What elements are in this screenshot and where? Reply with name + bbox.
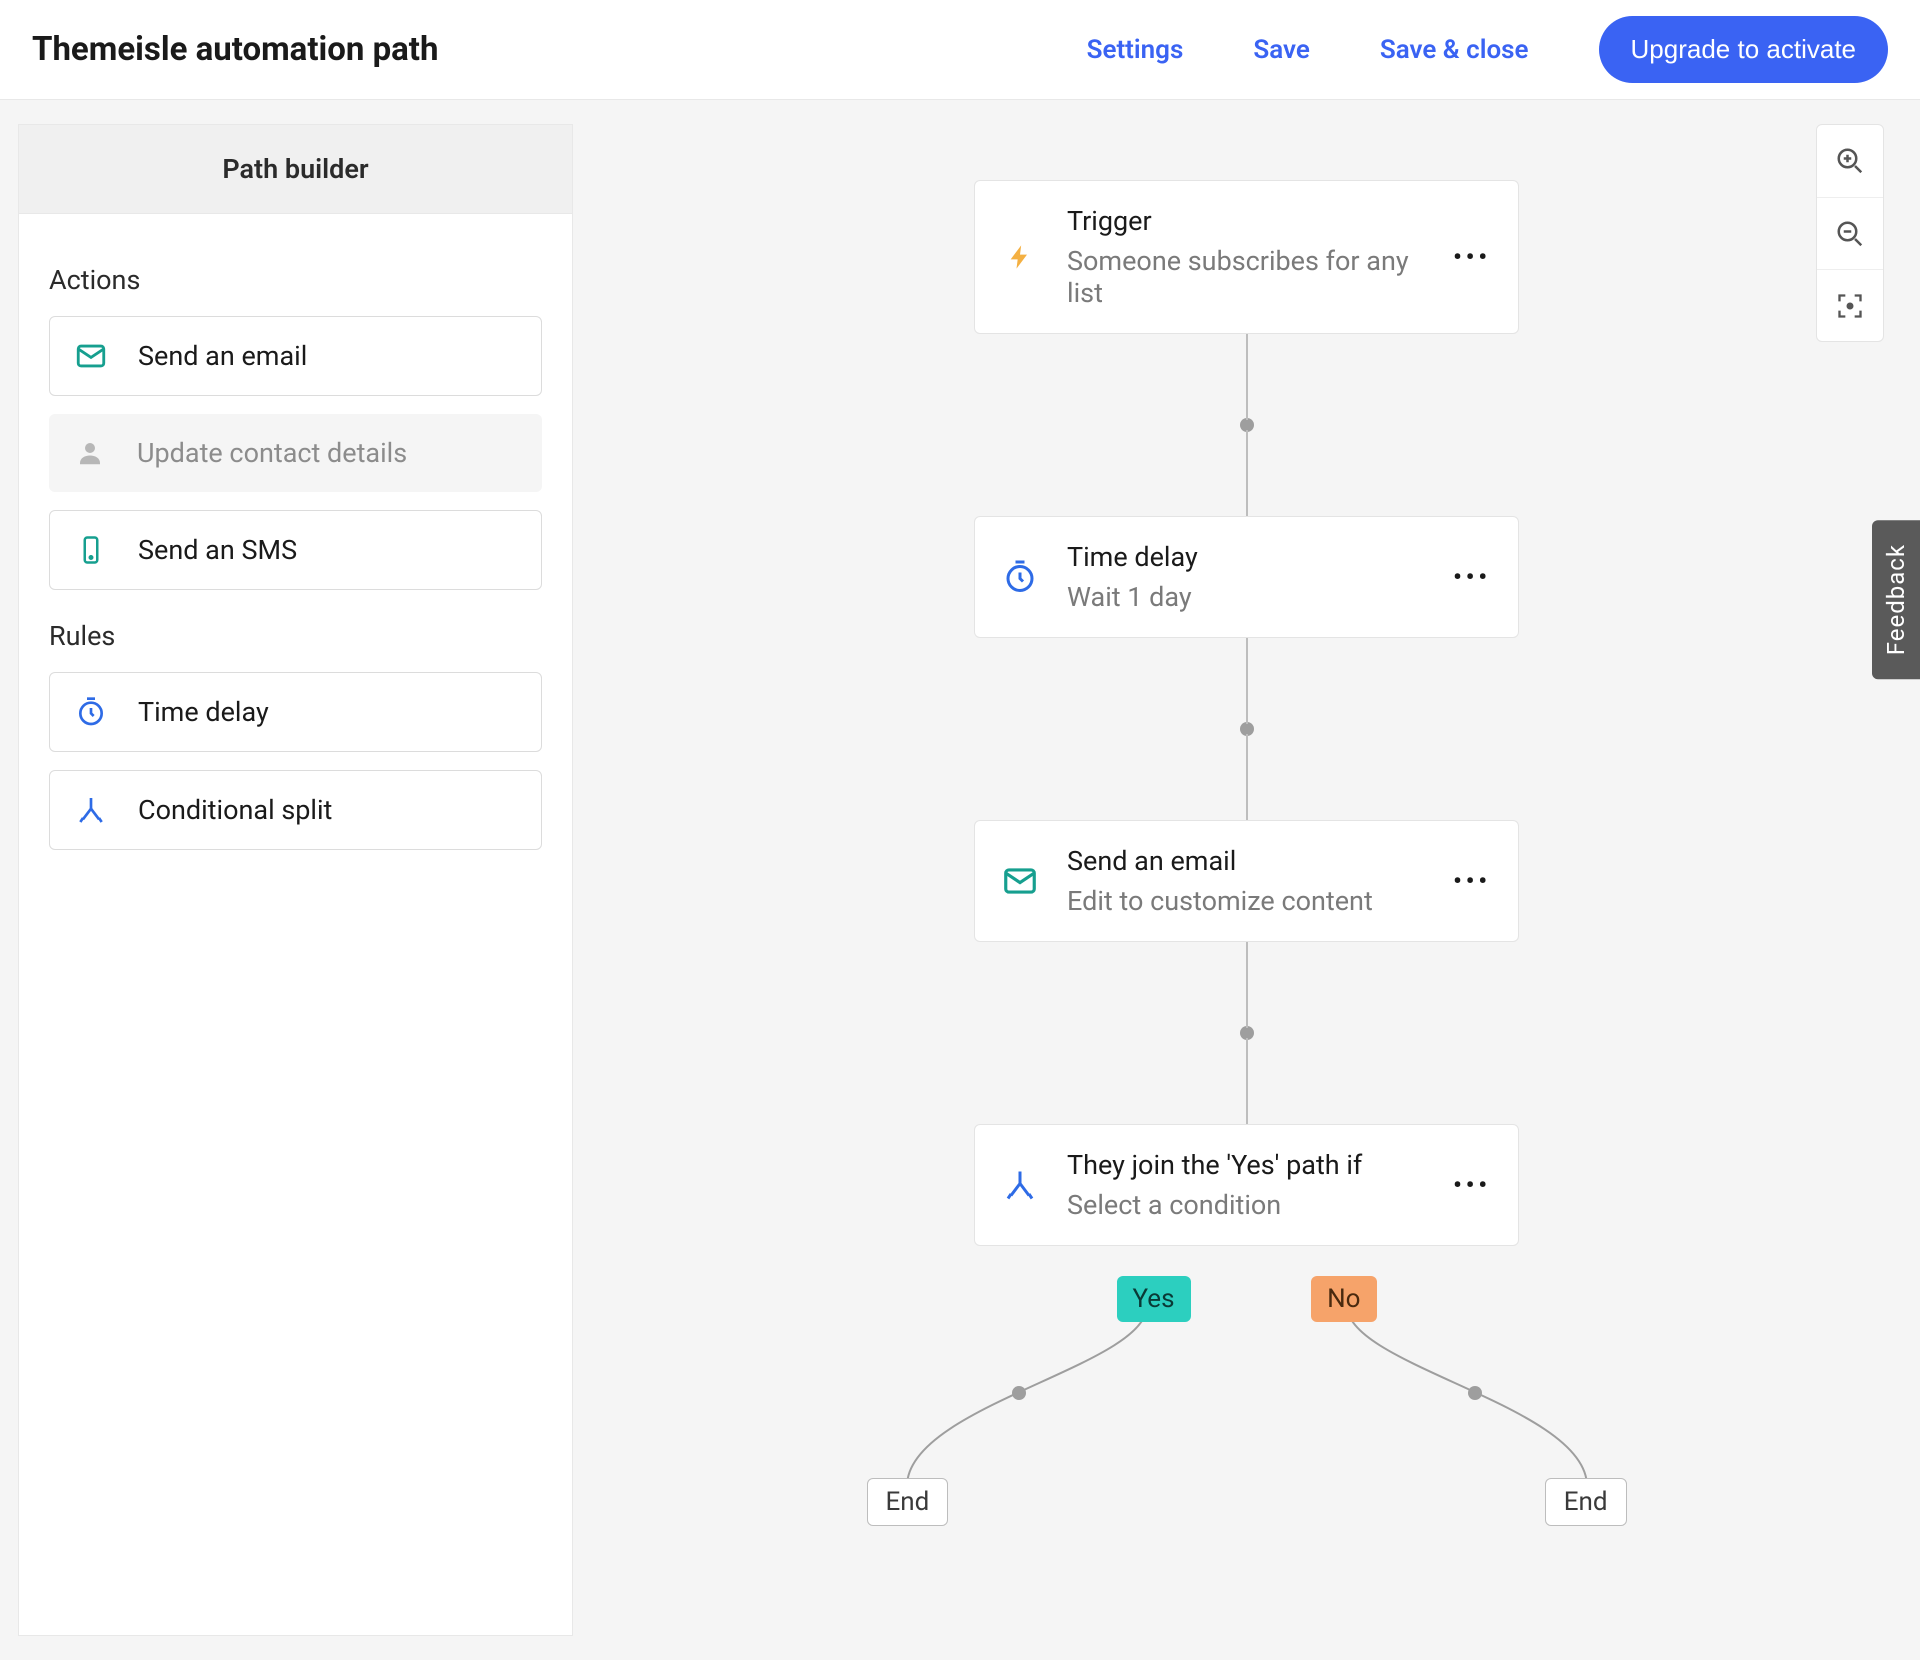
node-title: Trigger bbox=[1067, 205, 1424, 237]
node-menu-button[interactable]: ••• bbox=[1452, 867, 1492, 895]
split-no-badge: No bbox=[1311, 1276, 1376, 1322]
timer-icon bbox=[74, 695, 108, 729]
node-sub: Someone subscribes for any list bbox=[1067, 245, 1424, 309]
person-icon bbox=[73, 436, 107, 470]
node-text: They join the 'Yes' path if Select a con… bbox=[1067, 1149, 1424, 1221]
save-link[interactable]: Save bbox=[1253, 35, 1310, 65]
upgrade-button[interactable]: Upgrade to activate bbox=[1599, 16, 1888, 83]
sidebar-section-rules: Rules bbox=[49, 620, 542, 652]
node-title: They join the 'Yes' path if bbox=[1067, 1149, 1424, 1181]
add-node-dot-no[interactable] bbox=[1468, 1386, 1482, 1400]
sidebar-title: Path builder bbox=[19, 125, 572, 214]
sidebar-body: Actions Send an email Update contact det… bbox=[19, 214, 572, 898]
zoom-out-icon bbox=[1835, 219, 1865, 249]
dots-icon: ••• bbox=[1453, 867, 1491, 895]
action-send-sms[interactable]: Send an SMS bbox=[49, 510, 542, 590]
bolt-icon bbox=[1001, 238, 1039, 276]
node-text: Trigger Someone subscribes for any list bbox=[1067, 205, 1424, 309]
action-label: Send an email bbox=[138, 340, 307, 372]
connector bbox=[1246, 334, 1248, 420]
feedback-tab[interactable]: Feedback bbox=[1872, 520, 1920, 679]
node-send-email[interactable]: Send an email Edit to customize content … bbox=[974, 820, 1519, 942]
node-text: Time delay Wait 1 day bbox=[1067, 541, 1424, 613]
split-icon bbox=[1001, 1166, 1039, 1204]
settings-link[interactable]: Settings bbox=[1087, 35, 1184, 65]
node-title: Time delay bbox=[1067, 541, 1424, 573]
connector bbox=[1246, 1038, 1248, 1124]
dots-icon: ••• bbox=[1453, 1171, 1491, 1199]
node-title: Send an email bbox=[1067, 845, 1424, 877]
end-node-yes[interactable]: End bbox=[867, 1478, 949, 1526]
canvas[interactable]: Trigger Someone subscribes for any list … bbox=[573, 100, 1920, 1660]
node-time-delay[interactable]: Time delay Wait 1 day ••• bbox=[974, 516, 1519, 638]
save-close-link[interactable]: Save & close bbox=[1380, 35, 1529, 65]
node-conditional-split[interactable]: They join the 'Yes' path if Select a con… bbox=[974, 1124, 1519, 1246]
node-menu-button[interactable]: ••• bbox=[1452, 243, 1492, 271]
zoom-fit-button[interactable] bbox=[1817, 269, 1883, 341]
rule-label: Time delay bbox=[138, 696, 269, 728]
add-node-dot-yes[interactable] bbox=[1012, 1386, 1026, 1400]
zoom-out-button[interactable] bbox=[1817, 197, 1883, 269]
rule-time-delay[interactable]: Time delay bbox=[49, 672, 542, 752]
mail-icon bbox=[1001, 862, 1039, 900]
fit-icon bbox=[1836, 292, 1864, 320]
action-label: Send an SMS bbox=[138, 534, 297, 566]
timer-icon bbox=[1001, 558, 1039, 596]
sidebar: Path builder Actions Send an email Updat… bbox=[18, 124, 573, 1636]
rule-label: Conditional split bbox=[138, 794, 332, 826]
node-trigger[interactable]: Trigger Someone subscribes for any list … bbox=[974, 180, 1519, 334]
split-yes-badge: Yes bbox=[1117, 1276, 1191, 1322]
action-label: Update contact details bbox=[137, 437, 407, 469]
split-branches: Yes No End End bbox=[847, 1246, 1647, 1526]
node-sub: Wait 1 day bbox=[1067, 581, 1424, 613]
dots-icon: ••• bbox=[1453, 243, 1491, 271]
flow: Trigger Someone subscribes for any list … bbox=[847, 180, 1647, 1526]
zoom-in-icon bbox=[1835, 146, 1865, 176]
node-sub: Select a condition bbox=[1067, 1189, 1424, 1221]
node-text: Send an email Edit to customize content bbox=[1067, 845, 1424, 917]
connector bbox=[1246, 430, 1248, 516]
sidebar-section-actions: Actions bbox=[49, 264, 542, 296]
node-menu-button[interactable]: ••• bbox=[1452, 563, 1492, 591]
node-sub: Edit to customize content bbox=[1067, 885, 1424, 917]
connector bbox=[1246, 638, 1248, 724]
rule-conditional-split[interactable]: Conditional split bbox=[49, 770, 542, 850]
dots-icon: ••• bbox=[1453, 563, 1491, 591]
split-connectors bbox=[847, 1246, 1647, 1526]
mail-icon bbox=[74, 339, 108, 373]
zoom-controls bbox=[1816, 124, 1884, 342]
connector bbox=[1246, 942, 1248, 1028]
zoom-in-button[interactable] bbox=[1817, 125, 1883, 197]
split-icon bbox=[74, 793, 108, 827]
node-menu-button[interactable]: ••• bbox=[1452, 1171, 1492, 1199]
action-send-email[interactable]: Send an email bbox=[49, 316, 542, 396]
page-title: Themeisle automation path bbox=[32, 30, 438, 69]
app-header: Themeisle automation path Settings Save … bbox=[0, 0, 1920, 100]
connector bbox=[1246, 734, 1248, 820]
end-node-no[interactable]: End bbox=[1545, 1478, 1627, 1526]
header-actions: Settings Save Save & close Upgrade to ac… bbox=[1087, 16, 1888, 83]
workspace: Path builder Actions Send an email Updat… bbox=[0, 100, 1920, 1660]
mobile-icon bbox=[74, 533, 108, 567]
action-update-contact: Update contact details bbox=[49, 414, 542, 492]
